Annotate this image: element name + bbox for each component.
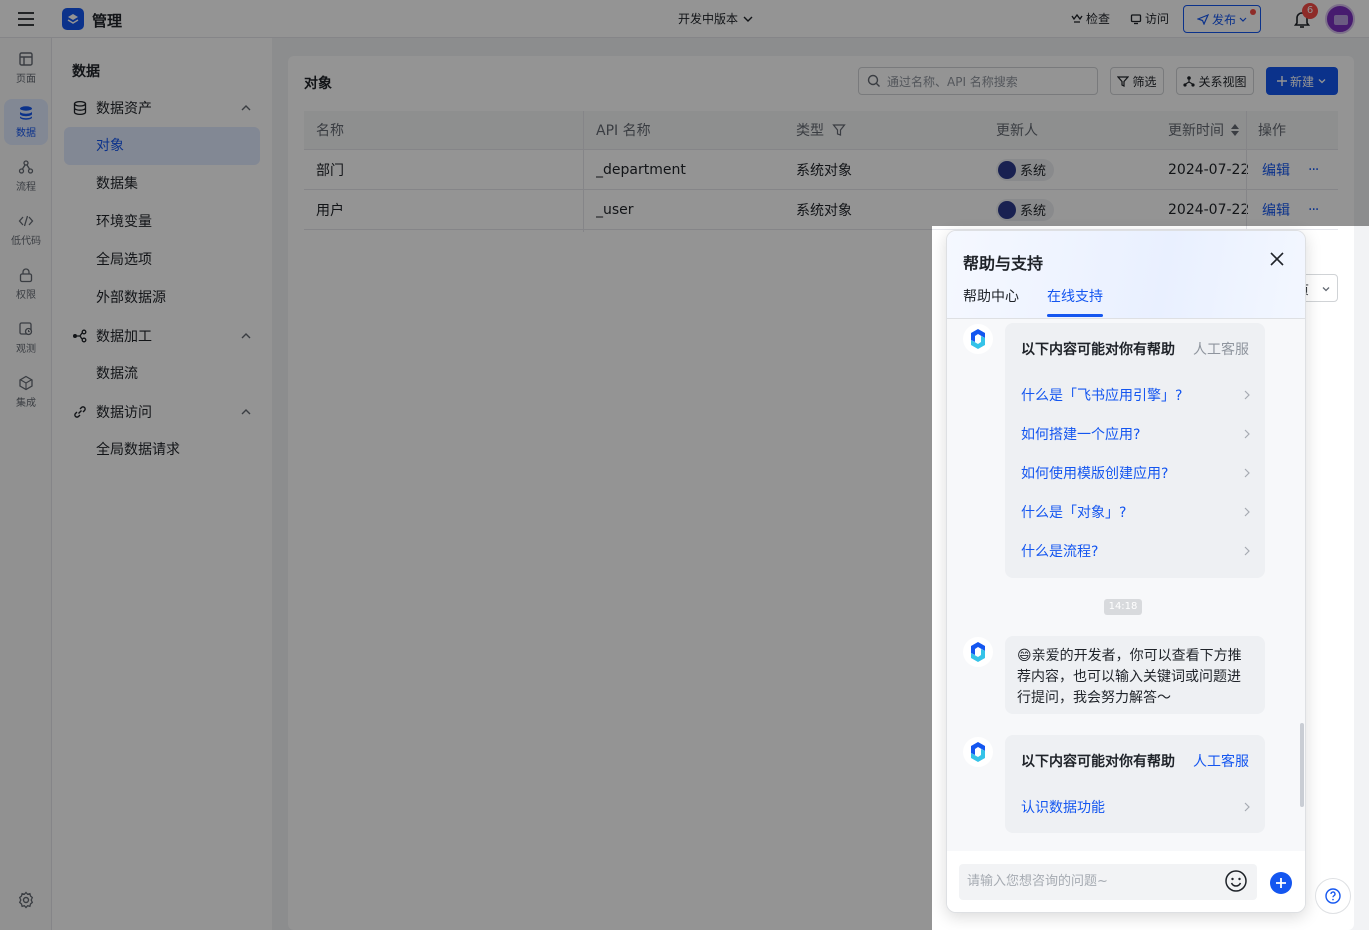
help-title: 帮助与支持 xyxy=(963,254,1044,273)
tab-help-center[interactable]: 帮助中心 xyxy=(963,286,1019,306)
add-plus-icon[interactable] xyxy=(1270,872,1292,894)
help-support-panel: 帮助与支持 帮助中心 在线支持 以下内容可能对你有帮助 人工客服 什么是「飞书应… xyxy=(946,230,1306,913)
suggestion-card: 以下内容可能对你有帮助 人工客服 什么是「飞书应用引擎」? 如何搭建一个应用? … xyxy=(1005,323,1265,578)
suggested-question[interactable]: 如何搭建一个应用? xyxy=(1021,424,1251,444)
modal-overlay[interactable] xyxy=(0,0,932,930)
suggestion-card: 以下内容可能对你有帮助 人工客服 认识数据功能 xyxy=(1005,735,1265,833)
suggested-question[interactable]: 认识数据功能 xyxy=(1021,797,1251,817)
suggestion-heading: 以下内容可能对你有帮助 xyxy=(1021,342,1175,358)
chat-body[interactable]: 以下内容可能对你有帮助 人工客服 什么是「飞书应用引擎」? 如何搭建一个应用? … xyxy=(947,319,1305,851)
question-text: 如何搭建一个应用? xyxy=(1021,427,1141,443)
greeting-text: 😄亲爱的开发者，你可以查看下方推荐内容，也可以输入关键词或问题进行提问，我会努力… xyxy=(1017,648,1242,706)
question-text: 认识数据功能 xyxy=(1021,800,1105,816)
tab-online-support[interactable]: 在线支持 xyxy=(1047,286,1103,306)
chat-input-bar: 请输入您想咨询的问题~ xyxy=(947,851,1305,912)
message-timestamp: 14:18 xyxy=(1104,599,1142,615)
chevron-right-icon xyxy=(1244,390,1250,400)
suggested-question[interactable]: 什么是流程? xyxy=(1021,541,1251,561)
close-icon[interactable] xyxy=(1269,251,1285,267)
question-text: 什么是「对象」? xyxy=(1021,505,1127,521)
chevron-right-icon xyxy=(1244,468,1250,478)
human-service-link[interactable]: 人工客服 xyxy=(1193,751,1249,771)
question-input[interactable]: 请输入您想咨询的问题~ xyxy=(959,864,1257,900)
chevron-right-icon xyxy=(1244,546,1250,556)
human-service-link[interactable]: 人工客服 xyxy=(1193,339,1249,359)
help-question-icon[interactable] xyxy=(1315,878,1351,914)
question-text: 什么是流程? xyxy=(1021,544,1099,560)
bot-message: 😄亲爱的开发者，你可以查看下方推荐内容，也可以输入关键词或问题进行提问，我会努力… xyxy=(1005,636,1265,714)
suggested-question[interactable]: 什么是「飞书应用引擎」? xyxy=(1021,385,1251,405)
chevron-right-icon xyxy=(1244,507,1250,517)
active-tab-indicator xyxy=(1047,314,1103,317)
chevron-right-icon xyxy=(1244,429,1250,439)
chevron-down-icon xyxy=(1322,287,1330,292)
question-text: 什么是「飞书应用引擎」? xyxy=(1021,388,1183,404)
suggested-question[interactable]: 如何使用模版创建应用? xyxy=(1021,463,1251,483)
chevron-right-icon xyxy=(1244,802,1250,812)
bot-avatar-icon xyxy=(963,637,993,667)
suggested-question[interactable]: 什么是「对象」? xyxy=(1021,502,1251,522)
scrollbar-thumb[interactable] xyxy=(1300,723,1304,807)
bot-avatar-icon xyxy=(963,324,993,354)
suggestion-heading: 以下内容可能对你有帮助 xyxy=(1021,754,1175,770)
emoji-icon[interactable] xyxy=(1224,869,1248,893)
question-text: 如何使用模版创建应用? xyxy=(1021,466,1169,482)
modal-overlay[interactable] xyxy=(932,0,1369,226)
help-header: 帮助与支持 帮助中心 在线支持 xyxy=(947,231,1305,319)
bot-avatar-icon xyxy=(963,737,993,767)
